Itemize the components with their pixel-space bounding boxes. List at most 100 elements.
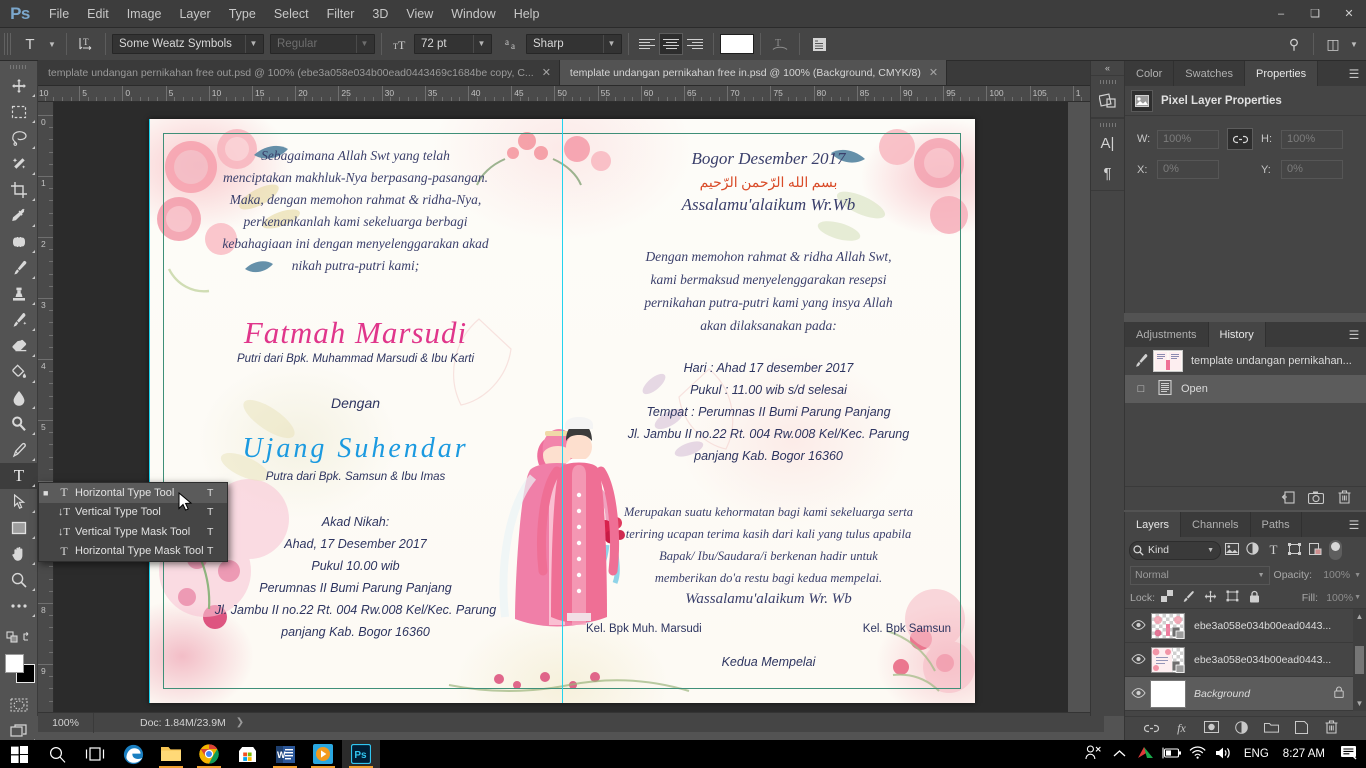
lock-position-icon[interactable] xyxy=(1200,590,1221,606)
crop-tool[interactable] xyxy=(0,177,38,203)
path-selection-tool[interactable] xyxy=(0,489,38,515)
pen-tool[interactable] xyxy=(0,437,38,463)
foreground-color-swatch[interactable] xyxy=(5,654,24,673)
toolbar-grip[interactable] xyxy=(0,61,37,73)
layer-thumbnail[interactable] xyxy=(1151,646,1185,673)
panel-menu-icon[interactable]: ☰ xyxy=(1342,322,1366,347)
horizontal-ruler[interactable]: 10 5 0 5 10 15 20 25 30 35 40 45 50 55 60 65 70 75 80 85 90 9… xyxy=(38,86,1104,102)
paragraph-panel-icon[interactable]: ¶ xyxy=(1091,158,1124,188)
eyedropper-tool[interactable] xyxy=(0,203,38,229)
tab-color[interactable]: Color xyxy=(1125,61,1175,86)
tab-channels[interactable]: Channels xyxy=(1181,512,1251,537)
graphics-driver-icon[interactable] xyxy=(1133,746,1159,762)
filter-smart-object-icon[interactable] xyxy=(1305,542,1326,558)
scroll-thumb[interactable] xyxy=(1355,646,1364,674)
tab-properties[interactable]: Properties xyxy=(1245,61,1319,86)
default-colors-swap[interactable] xyxy=(0,624,38,650)
lock-all-icon[interactable] xyxy=(1244,590,1265,606)
menu-edit[interactable]: Edit xyxy=(78,0,118,28)
edge-icon[interactable] xyxy=(114,740,152,768)
scroll-up-icon[interactable]: ▲ xyxy=(1356,609,1364,621)
text-orientation-icon[interactable]: T xyxy=(73,32,99,56)
character-paragraph-panel-icon[interactable] xyxy=(806,32,832,56)
battery-icon[interactable] xyxy=(1159,747,1185,762)
tab-history[interactable]: History xyxy=(1208,322,1266,347)
layers-scrollbar[interactable]: ▲ ▼ xyxy=(1353,609,1366,711)
filter-enable-toggle[interactable] xyxy=(1329,540,1342,560)
layer-visibility-icon[interactable] xyxy=(1125,653,1151,667)
layer-thumbnail[interactable] xyxy=(1150,679,1186,708)
rail-grip[interactable] xyxy=(1091,78,1124,85)
magic-wand-tool[interactable] xyxy=(0,151,38,177)
delete-layer-icon[interactable] xyxy=(1318,720,1346,737)
minimize-button[interactable]: – xyxy=(1264,0,1298,28)
dodge-tool[interactable] xyxy=(0,411,38,437)
layer-name[interactable]: ebe3a058e034b00ead0443... xyxy=(1194,654,1353,666)
menu-image[interactable]: Image xyxy=(118,0,171,28)
character-panel-icon[interactable]: A | xyxy=(1091,128,1124,158)
blend-mode-select[interactable]: Normal ▼ xyxy=(1130,565,1270,585)
align-right-button[interactable] xyxy=(683,33,707,55)
volume-icon[interactable] xyxy=(1211,746,1237,763)
menu-3d[interactable]: 3D xyxy=(363,0,397,28)
scroll-down-icon[interactable]: ▼ xyxy=(1356,699,1364,711)
people-icon[interactable] xyxy=(1081,745,1107,763)
file-explorer-icon[interactable] xyxy=(152,740,190,768)
filter-pixel-icon[interactable] xyxy=(1221,542,1242,558)
foreground-background-colors[interactable] xyxy=(0,652,38,686)
history-brush-tool[interactable] xyxy=(0,307,38,333)
edit-toolbar-button[interactable] xyxy=(0,593,38,619)
show-hidden-icons-icon[interactable] xyxy=(1107,747,1133,761)
menu-filter[interactable]: Filter xyxy=(318,0,364,28)
fill-value[interactable]: 100% xyxy=(1319,592,1353,604)
task-view-icon[interactable] xyxy=(76,740,114,768)
layer-visibility-icon[interactable] xyxy=(1125,619,1151,633)
collapse-panels-icon[interactable]: « xyxy=(1091,61,1124,75)
status-chevron-right-icon[interactable]: ❯ xyxy=(236,717,244,728)
flyout-vertical-type-tool[interactable]: ↓T Vertical Type Tool T xyxy=(39,503,227,523)
history-state-checkbox[interactable]: □ xyxy=(1129,383,1153,395)
menu-type[interactable]: Type xyxy=(220,0,265,28)
filter-adjustment-icon[interactable] xyxy=(1242,542,1263,558)
panel-menu-icon[interactable]: ☰ xyxy=(1342,512,1366,537)
new-group-icon[interactable] xyxy=(1258,721,1286,736)
chevron-down-icon[interactable]: ▼ xyxy=(1258,572,1265,579)
opacity-value[interactable]: 100% xyxy=(1316,569,1350,581)
active-tool-icon[interactable]: T xyxy=(16,32,44,56)
microsoft-store-icon[interactable] xyxy=(228,740,266,768)
width-input[interactable]: 100% xyxy=(1157,129,1219,149)
workspace-chevron-down-icon[interactable]: ▼ xyxy=(1346,32,1362,56)
start-button[interactable] xyxy=(0,740,38,768)
clone-stamp-tool[interactable] xyxy=(0,281,38,307)
document-canvas[interactable]: Sebagaimana Allah Swt yang telah mencipt… xyxy=(149,119,975,703)
chevron-down-icon[interactable]: ▼ xyxy=(356,35,372,53)
vertical-ruler[interactable]: 01234567891 xyxy=(38,102,54,712)
menu-help[interactable]: Help xyxy=(505,0,549,28)
new-document-from-state-icon[interactable] xyxy=(1274,490,1302,507)
layer-name[interactable]: Background xyxy=(1194,688,1334,700)
spot-healing-brush-tool[interactable] xyxy=(0,229,38,255)
lock-image-pixels-icon[interactable] xyxy=(1178,590,1199,606)
flyout-horizontal-type-tool[interactable]: ■ T Horizontal Type Tool T xyxy=(39,483,227,503)
canvas-area[interactable]: Sebagaimana Allah Swt yang telah mencipt… xyxy=(54,102,1068,712)
language-indicator[interactable]: ENG xyxy=(1237,748,1276,760)
move-tool[interactable] xyxy=(0,73,38,99)
flyout-vertical-type-mask-tool[interactable]: ↓T Vertical Type Mask Tool T xyxy=(39,522,227,542)
filter-type-icon[interactable]: T xyxy=(1263,542,1284,558)
table-row[interactable]: ebe3a058e034b00ead0443... xyxy=(1125,643,1353,677)
document-tab-out[interactable]: template undangan pernikahan free out.ps… xyxy=(38,60,560,85)
font-style-select[interactable]: Regular ▼ xyxy=(270,34,375,54)
font-family-select[interactable]: Some Weatz Symbols ▼ xyxy=(112,34,264,54)
link-dimensions-icon[interactable] xyxy=(1227,128,1253,150)
wifi-icon[interactable] xyxy=(1185,746,1211,762)
warp-text-icon[interactable]: T xyxy=(767,32,793,56)
menu-view[interactable]: View xyxy=(397,0,442,28)
tool-preset-chevron-down-icon[interactable]: ▼ xyxy=(44,32,60,56)
blur-tool[interactable] xyxy=(0,385,38,411)
anti-alias-select[interactable]: Sharp ▼ xyxy=(526,34,622,54)
text-color-swatch[interactable] xyxy=(720,34,754,54)
lock-artboard-nesting-icon[interactable] xyxy=(1222,590,1243,605)
link-layers-icon[interactable] xyxy=(1138,721,1166,736)
new-layer-icon[interactable] xyxy=(1288,720,1316,737)
options-bar-grip[interactable] xyxy=(4,33,13,55)
